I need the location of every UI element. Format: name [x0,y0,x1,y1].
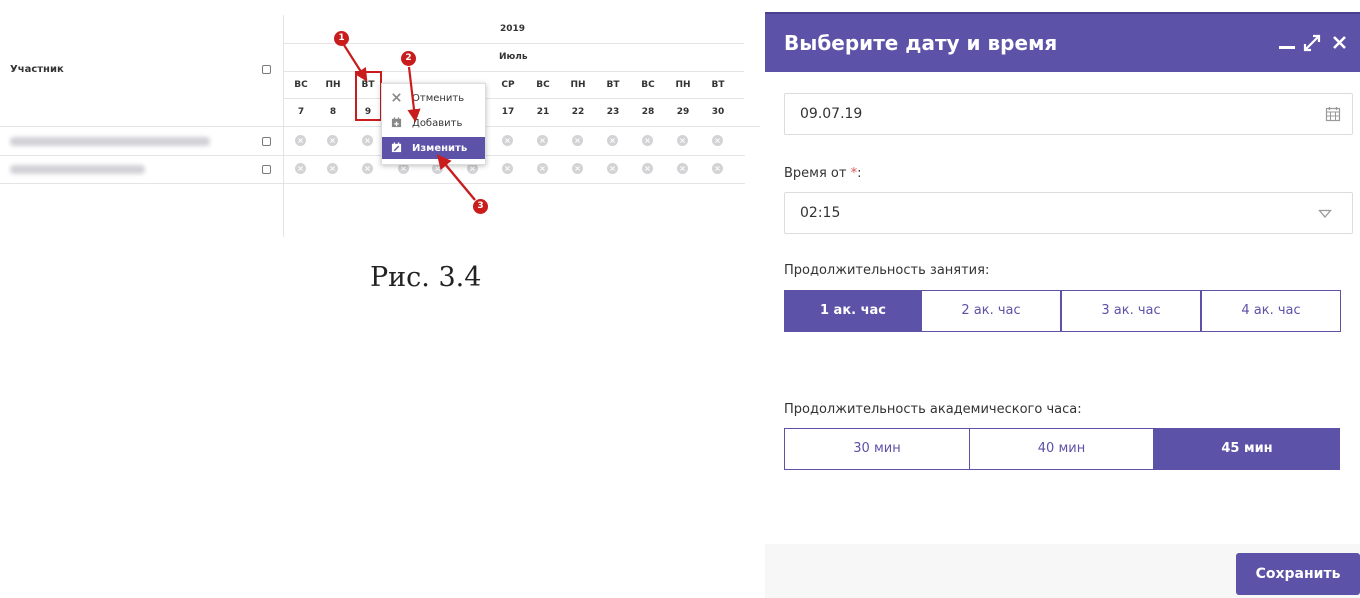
arrow-3 [436,154,476,201]
acad-hour-option[interactable]: 40 мин [969,428,1154,470]
dialog-header: Выберите дату и время [765,12,1360,72]
time-label-suffix: : [857,166,862,181]
calendar-icon[interactable] [1325,106,1341,122]
duration-option[interactable]: 1 ак. час [784,290,922,332]
annotation-arrows [343,44,476,201]
time-label-text: Время от [784,166,847,181]
date-time-dialog: Выберите дату и время 09.07.19 Время от … [765,12,1360,598]
time-label: Время от *: [784,166,862,181]
arrow-2 [407,66,421,123]
duration-label: Продолжительность занятия: [784,263,990,278]
figure-caption: Рис. 3.4 [370,262,482,293]
save-button[interactable]: Сохранить [1236,553,1360,595]
minimize-icon[interactable] [1279,46,1295,49]
dialog-title: Выберите дату и время [784,31,1058,55]
duration-option[interactable]: 3 ак. час [1061,290,1201,332]
annotation-badge: 2 [401,51,416,66]
acad-hour-option[interactable]: 30 мин [784,428,970,470]
annotation-badge: 3 [473,199,488,214]
acad-hour-option[interactable]: 45 мин [1154,428,1340,470]
duration-option[interactable]: 4 ак. час [1201,290,1341,332]
annotation-badge: 1 [334,31,349,46]
time-select[interactable]: 02:15 [784,192,1353,234]
chevron-down-icon[interactable] [1318,209,1332,219]
time-value: 02:15 [800,205,841,221]
dialog-footer: Сохранить [765,544,1360,598]
duration-option[interactable]: 2 ак. час [921,290,1061,332]
date-input[interactable]: 09.07.19 [784,93,1353,135]
acad-hour-label: Продолжительность академического часа: [784,402,1082,417]
arrow-1 [343,44,368,82]
date-value: 09.07.19 [800,106,863,122]
maximize-icon[interactable] [1303,34,1321,52]
close-icon[interactable] [1332,35,1347,50]
attendance-table-figure: Участник 2019 Июль ВС 7 ПН 8 ВТ 9 СР 17 ВС 21 ПН 22… [0,0,760,598]
